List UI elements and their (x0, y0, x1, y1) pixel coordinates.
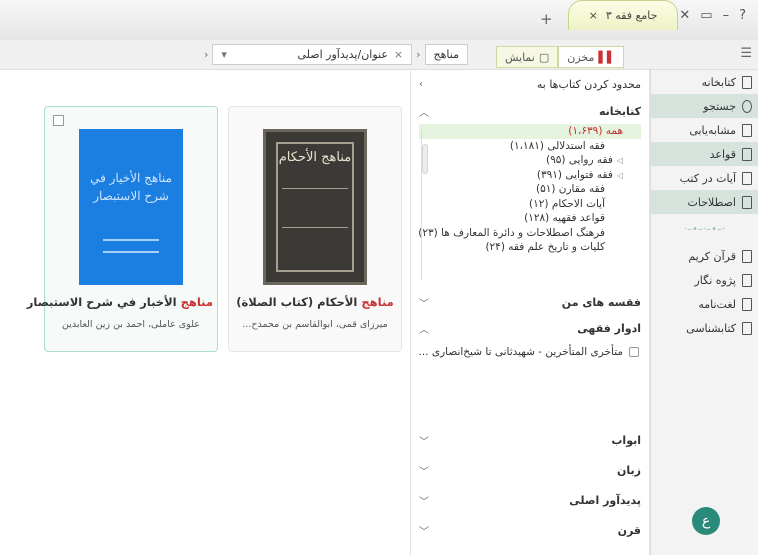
tab-display-label: نمایش (505, 50, 535, 64)
breadcrumb-filter-label: عنوان/پدیدآور اصلی (297, 48, 388, 61)
section-header-eras[interactable]: ادوار فقهی ︿ (411, 315, 649, 341)
maximize-window-button[interactable]: ▭ (700, 8, 712, 23)
list-item[interactable]: ◁فقه فتوایی (۳۹۱) (419, 168, 641, 183)
dropdown-icon[interactable]: ▾ (221, 48, 227, 61)
book-checkbox[interactable] (53, 115, 64, 126)
list-item[interactable]: فقه استدلالی (۱،۱۸۱) (419, 139, 641, 154)
filter-header[interactable]: محدود کردن کتاب‌ها به › (411, 70, 649, 98)
list-item[interactable]: ◁فقه روایی (۹۵) (419, 153, 641, 168)
window-icon: ▢ (538, 50, 550, 64)
document-icon (742, 147, 752, 161)
section-header-shelves[interactable]: فقسه های من ﹀ (411, 289, 649, 315)
title-bar: + جامع فقه ۳ × ✕ ▭ – ? (0, 0, 758, 40)
scrollbar[interactable] (421, 130, 429, 280)
breadcrumb-filter[interactable]: × عنوان/پدیدآور اصلی ▾ (212, 44, 413, 65)
sidebar-item-dictionary[interactable]: لغت‌نامه (651, 292, 758, 316)
sidebar-item-terms[interactable]: اصطلاحات (651, 190, 758, 214)
remove-filter-icon[interactable]: × (394, 48, 403, 61)
minimize-window-button[interactable]: – (723, 8, 730, 23)
cover-title: مناهج الأخيار في شرح الاستبصار (90, 171, 172, 203)
section-header-century[interactable]: قرن ﹀ (411, 517, 649, 543)
tab-repository-label: مخزن (567, 50, 595, 64)
list-item[interactable]: همه (۱،۶۳۹) (419, 124, 641, 139)
list-item[interactable]: قواعد فقهیه (۱۲۸) (419, 211, 641, 226)
window-controls: ✕ ▭ – ? (679, 2, 746, 28)
toolbar: مناهج ‹ × عنوان/پدیدآور اصلی ▾ ‹ ▌▌ مخزن… (0, 40, 758, 70)
expand-icon: ◁ (616, 170, 623, 180)
list-item[interactable]: فقه مقارن (۵۱) (419, 182, 641, 197)
library-section-header[interactable]: کتابخانه ︿ (411, 98, 649, 124)
checkbox[interactable] (629, 347, 639, 357)
era-option[interactable]: متأخری المتأخرین - شهیدثانی تا شیخ‌انصار… (411, 341, 649, 363)
tab-repository[interactable]: ▌▌ مخزن (558, 46, 625, 68)
book-author: علوی عاملی، احمد بن زین العابدین (62, 319, 200, 330)
sidebar-item-quran[interactable]: قرآن کریم (651, 244, 758, 268)
chevron-down-icon: ﹀ (419, 298, 429, 310)
cover-title: مناهج الأحكام (278, 150, 352, 165)
sidebar-item-rules[interactable]: قواعد (651, 142, 758, 166)
section-header-language[interactable]: زبان ﹀ (411, 457, 649, 483)
expand-icon: ◁ (616, 156, 623, 165)
book-icon (742, 75, 752, 89)
list-item[interactable]: فرهنگ اصطلاحات و دائرة المعارف ها (۲۳) (418, 226, 641, 241)
sidebar-item-bibliography[interactable]: کتابشناسی (651, 316, 758, 340)
library-section-title: کتابخانه (598, 104, 641, 118)
filter-panel: محدود کردن کتاب‌ها به › کتابخانه ︿ همه (… (410, 70, 650, 555)
app-tab[interactable]: جامع فقه ۳ × (568, 0, 678, 30)
sidebar-item-search[interactable]: جستجو (651, 94, 758, 118)
divider-ornament: ·–•–·–•–· (683, 223, 726, 235)
book-author: میرزای قمی، ابوالقاسم بن محمدح... (242, 319, 388, 330)
book-title[interactable]: مناهج الأحكام (كتاب الصلاة) (233, 295, 397, 309)
breadcrumb: مناهج ‹ × عنوان/پدیدآور اصلی ▾ ‹ (200, 44, 468, 65)
bars-icon: ▌▌ (598, 50, 616, 64)
chevron-down-icon: ﹀ (419, 466, 429, 478)
sidebar-item-verses[interactable]: آیات در کتب (651, 166, 758, 190)
chevron-up-icon: ︿ (419, 107, 429, 119)
document-icon (742, 195, 752, 209)
chevron-up-icon: ︿ (419, 324, 429, 336)
new-tab-button[interactable]: + (540, 10, 553, 28)
sidebar-item-research[interactable]: پژوه نگار (651, 268, 758, 292)
sidebar: کتابخانه جستجو مشابه‌یابی قواعد آیات در … (650, 70, 758, 555)
book-cover: مناهج الأحكام (263, 129, 367, 285)
book-title[interactable]: مناهج الأخبار في شرح الاستبصار (27, 295, 213, 309)
dictionary-icon (742, 297, 752, 311)
chevron-down-icon: ﹀ (419, 526, 429, 538)
app-logo: ع (692, 507, 720, 535)
app-tab-title: جامع فقه ۳ (605, 9, 658, 22)
sidebar-item-library[interactable]: کتابخانه (651, 70, 758, 94)
document-icon (742, 123, 752, 137)
search-icon (742, 99, 752, 113)
help-button[interactable]: ? (739, 8, 746, 23)
chevron-right-icon[interactable]: › (419, 79, 423, 90)
menu-icon[interactable]: ☰ (740, 46, 752, 61)
chevron-down-icon: ﹀ (419, 436, 429, 448)
list-item[interactable]: کلیات و تاریخ علم فقه (۲۴) (419, 240, 641, 255)
book-card[interactable]: مناهج الأخيار في شرح الاستبصار مناهج الأ… (27, 106, 218, 352)
list-item[interactable]: آیات الاحکام (۱۲) (419, 197, 641, 212)
library-list: همه (۱،۶۳۹) فقه استدلالی (۱،۱۸۱) ◁فقه رو… (418, 124, 641, 289)
catalog-icon (742, 321, 752, 335)
section-header-author[interactable]: پدیدآور اصلی ﹀ (411, 487, 649, 513)
book-card[interactable]: مناهج الأحكام مناهج الأحكام (كتاب الصلاة… (228, 106, 402, 352)
book-grid: مناهج الأحكام مناهج الأحكام (كتاب الصلاة… (0, 70, 410, 555)
era-option-label: متأخری المتأخرین - شهیدثانی تا شیخ‌انصار… (418, 346, 624, 358)
section-header-chapters[interactable]: ابواب ﹀ (411, 427, 649, 453)
sidebar-item-similarity[interactable]: مشابه‌یابی (651, 118, 758, 142)
chevron-down-icon: ﹀ (419, 496, 429, 508)
pen-icon (742, 273, 752, 287)
view-tabs: ▌▌ مخزن ▢ نمایش (496, 46, 625, 68)
document-icon (742, 171, 752, 185)
close-tab-icon[interactable]: × (589, 9, 598, 22)
quran-icon (742, 249, 752, 263)
close-window-button[interactable]: ✕ (679, 8, 690, 23)
filter-header-label: محدود کردن کتاب‌ها به (536, 77, 641, 91)
chevron-left-icon: ‹ (416, 48, 421, 61)
breadcrumb-root[interactable]: مناهج (424, 44, 468, 65)
tab-display[interactable]: ▢ نمایش (496, 46, 559, 68)
chevron-left-icon: ‹ (204, 48, 209, 61)
breadcrumb-root-label: مناهج (433, 48, 459, 61)
book-cover: مناهج الأخيار في شرح الاستبصار (79, 129, 183, 285)
